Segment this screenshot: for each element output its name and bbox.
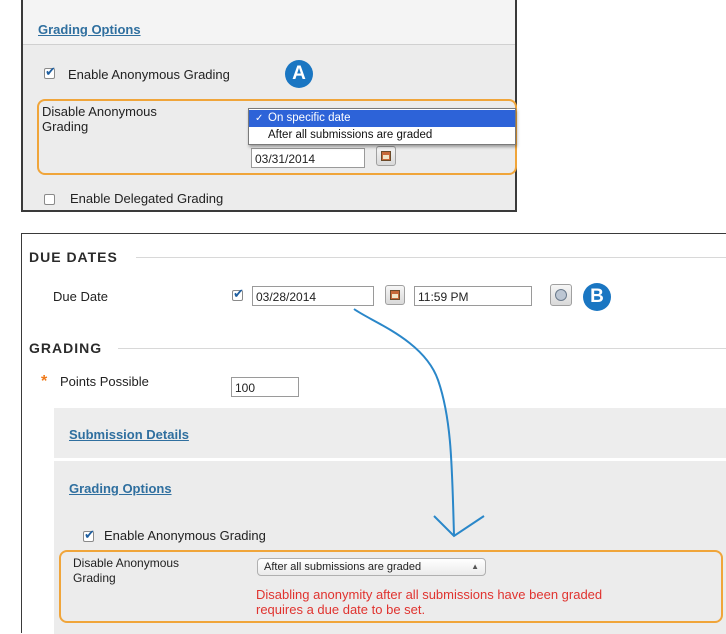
curved-arrow-path: [353, 308, 455, 536]
curved-arrow: [353, 308, 485, 538]
curved-arrow-head: [433, 515, 485, 538]
